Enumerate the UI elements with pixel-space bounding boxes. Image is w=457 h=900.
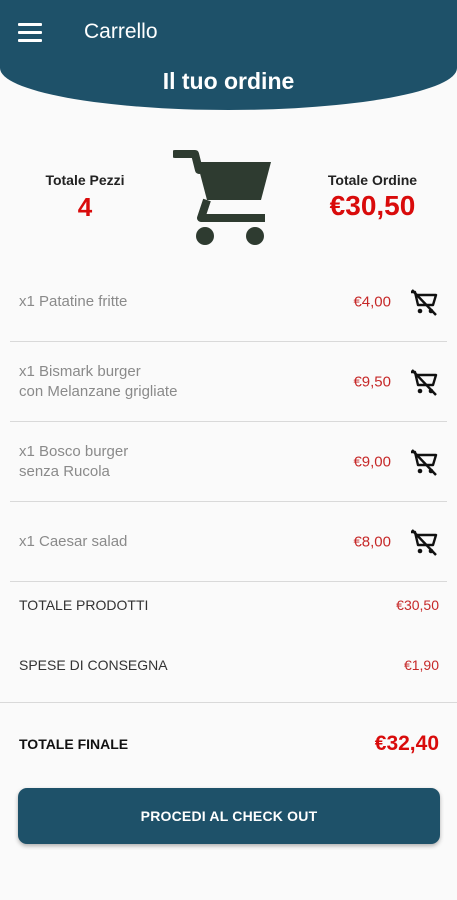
remove-from-cart-icon[interactable] [409,287,439,317]
total-pieces-value: 4 [77,192,93,222]
cart-item: x1 Caesar salad €8,00 [10,502,447,582]
cart-item: x1 Patatine fritte €4,00 [10,262,447,342]
delivery-row: SPESE DI CONSEGNA €1,90 [0,635,457,695]
totals-section: TOTALE PRODOTTI €30,50 SPESE DI CONSEGNA… [0,575,457,695]
cart-item: x1 Bosco burger senza Rucola €9,00 [10,422,447,502]
products-total-label: TOTALE PRODOTTI [19,597,149,613]
final-total-label: TOTALE FINALE [19,736,129,752]
cart-item: x1 Bismark burger con Melanzane grigliat… [10,342,447,422]
total-order: Totale Ordine €30,50 [310,172,435,222]
item-price: €9,50 [353,373,391,390]
total-order-label: Totale Ordine [327,172,418,188]
total-pieces: Totale Pezzi 4 [30,172,140,223]
final-total-row: TOTALE FINALE €32,40 [0,718,457,770]
remove-from-cart-icon[interactable] [409,367,439,397]
item-name: x1 Bosco burger senza Rucola [19,442,129,480]
item-name: x1 Bismark burger con Melanzane grigliat… [19,362,178,400]
menu-icon[interactable] [18,18,48,46]
divider [0,702,457,703]
delivery-label: SPESE DI CONSEGNA [19,657,168,673]
products-total-value: €30,50 [396,597,439,613]
remove-from-cart-icon[interactable] [409,447,439,477]
page-title: Il tuo ordine [162,68,295,94]
checkout-button[interactable]: PROCEDI AL CHECK OUT [18,788,440,844]
item-price: €8,00 [353,533,391,550]
app-header: Carrello Il tuo ordine [0,0,457,110]
total-pieces-label: Totale Pezzi [45,172,125,188]
item-price: €9,00 [353,453,391,470]
total-order-value: €30,50 [329,190,416,221]
final-total-value: €32,40 [374,732,439,755]
cart-item-list: x1 Patatine fritte €4,00 x1 Bismark burg… [10,262,447,582]
products-total-row: TOTALE PRODOTTI €30,50 [0,575,457,635]
app-title: Carrello [84,20,158,43]
order-summary: Totale Pezzi 4 Totale Ordine €30,50 [0,140,457,250]
shopping-cart-icon [173,150,271,245]
remove-from-cart-icon[interactable] [409,527,439,557]
item-price: €4,00 [353,293,391,310]
delivery-value: €1,90 [403,657,439,673]
item-name: x1 Patatine fritte [19,292,128,310]
item-name: x1 Caesar salad [19,532,128,550]
